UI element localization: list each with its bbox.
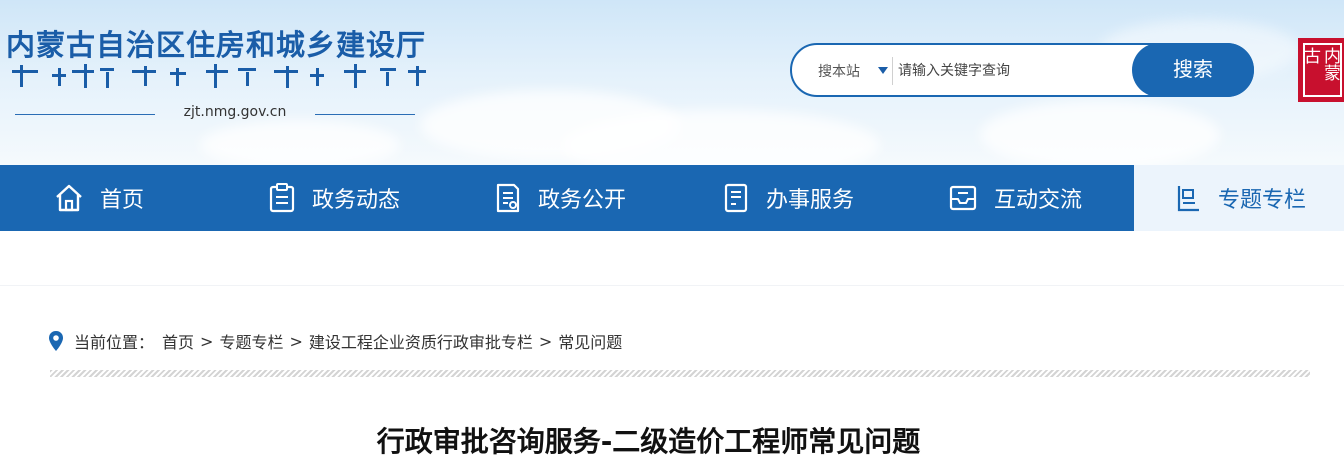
nav-item-special-column[interactable]: 专题专栏	[1134, 165, 1344, 231]
nav-label-interaction: 互动交流	[994, 188, 1083, 213]
form-icon	[724, 183, 748, 213]
main-nav: 首页 政务动态 政务公开 办事服务 互动交流 专题专栏	[0, 165, 1344, 231]
site-header: 内蒙古自治区住房和城乡建设厅 zjt.nmg.gov.cn 搜本站 搜索	[0, 0, 1344, 165]
document-icon	[496, 183, 520, 213]
seal-text: 内蒙古	[1300, 43, 1342, 97]
nav-label-special-column: 专题专栏	[1218, 188, 1307, 213]
search-divider	[892, 57, 893, 85]
breadcrumb-link-special[interactable]: 专题专栏	[219, 329, 283, 353]
search-input[interactable]	[898, 55, 1128, 87]
column-icon	[1177, 186, 1199, 212]
breadcrumb: 当前位置： 首页 > 专题专栏 > 建设工程企业资质行政审批专栏 > 常见问题	[48, 330, 622, 352]
nav-item-public[interactable]: 政务公开	[494, 165, 626, 231]
main-content: 当前位置： 首页 > 专题专栏 > 建设工程企业资质行政审批专栏 > 常见问题 …	[0, 286, 1344, 462]
domain-url: zjt.nmg.gov.cn	[183, 104, 287, 120]
clipboard-icon	[269, 183, 295, 213]
breadcrumb-separator: >	[289, 331, 303, 351]
search-bar: 搜本站 搜索	[790, 43, 1254, 97]
seal-logo: 内蒙古	[1298, 38, 1344, 102]
breadcrumb-separator: >	[538, 331, 553, 351]
home-icon	[56, 184, 82, 212]
nav-label-news: 政务动态	[312, 188, 401, 213]
site-logo-title[interactable]: 内蒙古自治区住房和城乡建设厅	[6, 22, 426, 64]
breadcrumb-link-home[interactable]: 首页	[162, 329, 194, 353]
nav-item-home[interactable]: 首页	[54, 165, 144, 231]
breadcrumb-prefix: 当前位置：	[74, 333, 155, 352]
nav-item-service[interactable]: 办事服务	[722, 165, 854, 231]
article-title: 行政审批咨询服务-二级造价工程师常见问题	[376, 425, 921, 458]
nav-label-service: 办事服务	[766, 188, 855, 213]
location-pin-icon	[49, 331, 63, 351]
search-scope-select[interactable]: 搜本站	[818, 61, 860, 81]
nav-item-interaction[interactable]: 互动交流	[948, 165, 1082, 231]
hatched-divider	[50, 370, 1310, 377]
spacer-band	[0, 231, 1344, 285]
chevron-down-icon[interactable]	[878, 67, 888, 74]
nav-item-news[interactable]: 政务动态	[268, 165, 400, 231]
mongolian-script-logo	[12, 64, 426, 88]
nav-label-public: 政务公开	[538, 188, 627, 213]
breadcrumb-link-column[interactable]: 建设工程企业资质行政审批专栏	[309, 329, 533, 353]
search-button[interactable]: 搜索	[1132, 43, 1254, 97]
site-domain: zjt.nmg.gov.cn	[15, 104, 415, 124]
nav-label-home: 首页	[100, 188, 145, 213]
mailbox-icon	[949, 185, 977, 211]
breadcrumb-separator: >	[200, 331, 214, 351]
breadcrumb-link-faq[interactable]: 常见问题	[558, 329, 622, 353]
